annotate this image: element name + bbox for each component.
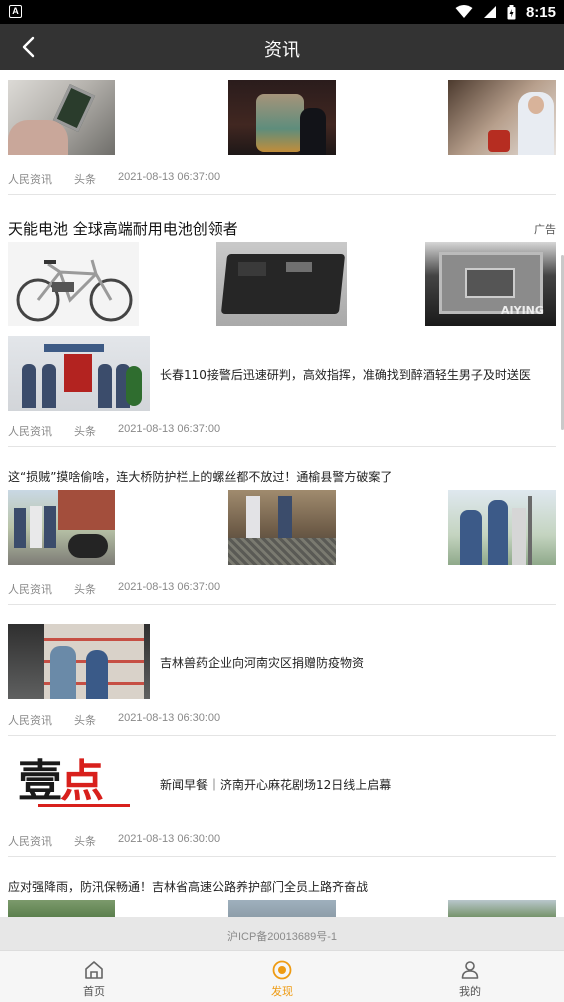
divider <box>8 856 556 857</box>
news-meta: 人民资讯 头条 2021-08-13 06:37:00 <box>8 171 220 187</box>
logo-underline <box>38 804 130 807</box>
news-thumbnail <box>228 80 336 155</box>
ad-brand-text: AIYING <box>501 304 544 317</box>
news-tag: 头条 <box>74 426 96 438</box>
news-thumbnail <box>448 490 556 565</box>
battery-icon <box>507 4 516 19</box>
discover-icon <box>272 960 292 980</box>
tab-discover[interactable]: 发现 <box>188 951 376 1002</box>
home-icon <box>85 961 103 979</box>
tab-home[interactable]: 首页 <box>0 951 188 1002</box>
news-meta: 人民资讯 头条 2021-08-13 06:37:00 <box>8 581 220 597</box>
ad-image-bicycle <box>8 242 139 326</box>
page-title: 资讯 <box>264 40 300 61</box>
news-source: 人民资讯 <box>8 836 52 848</box>
news-tag: 头条 <box>74 584 96 596</box>
icp-footer: 沪ICP备20013689号-1 <box>0 917 564 950</box>
tab-label: 我的 <box>459 985 481 998</box>
yidian-logo: 壹点 <box>18 756 104 807</box>
status-bar: A 8:15 <box>0 0 564 24</box>
news-title: 新闻早餐｜济南开心麻花剧场12日线上启幕 <box>160 778 392 792</box>
ad-badge: 广告 <box>534 223 556 236</box>
tab-label: 首页 <box>83 985 105 998</box>
signal-icon <box>483 6 496 18</box>
news-source: 人民资讯 <box>8 715 52 727</box>
news-thumbnail <box>8 80 115 155</box>
ad-image-case: AIYING <box>425 242 556 326</box>
news-time: 2021-08-13 06:30:00 <box>118 712 221 724</box>
news-thumbnail <box>448 80 556 155</box>
news-source: 人民资讯 <box>8 174 52 186</box>
news-thumbnail <box>8 336 150 411</box>
news-tag: 头条 <box>74 836 96 848</box>
news-thumbnail <box>8 490 115 565</box>
news-title: 吉林兽药企业向河南灾区捐赠防疫物资 <box>160 656 365 670</box>
bottom-tab-bar: 首页 发现 我的 <box>0 950 564 1002</box>
tab-profile[interactable]: 我的 <box>376 951 564 1002</box>
ad-image-battery <box>216 242 347 326</box>
news-thumbnail <box>228 490 336 565</box>
news-source: 人民资讯 <box>8 584 52 596</box>
news-thumbnail <box>8 624 150 699</box>
ad-title: 天能电池 全球高端耐用电池创领者 <box>8 220 238 238</box>
divider <box>8 735 556 736</box>
news-thumbnail <box>228 900 336 917</box>
news-thumbnail <box>448 900 556 917</box>
header-bar: 资讯 <box>0 24 564 70</box>
divider <box>8 604 556 605</box>
tab-label: 发现 <box>271 985 293 998</box>
news-title: 应对强降雨，防汛保畅通！吉林省高速公路养护部门全员上路齐奋战 <box>8 880 369 894</box>
news-meta: 人民资讯 头条 2021-08-13 06:30:00 <box>8 833 220 849</box>
bicycle-icon <box>16 259 133 322</box>
news-thumbnail <box>8 900 115 917</box>
wifi-icon <box>455 5 473 18</box>
news-tag: 头条 <box>74 174 96 186</box>
news-meta: 人民资讯 头条 2021-08-13 06:37:00 <box>8 423 220 439</box>
news-thumbnail-logo: 壹点 <box>8 746 150 821</box>
news-source: 人民资讯 <box>8 426 52 438</box>
notification-a-icon: A <box>9 5 22 18</box>
news-time: 2021-08-13 06:37:00 <box>118 581 221 593</box>
news-meta: 人民资讯 头条 2021-08-13 06:30:00 <box>8 712 220 728</box>
news-time: 2021-08-13 06:37:00 <box>118 171 221 183</box>
news-feed[interactable]: 人民资讯 头条 2021-08-13 06:37:00 天能电池 全球高端耐用电… <box>0 70 564 917</box>
divider <box>8 446 556 447</box>
clock: 8:15 <box>525 3 556 21</box>
news-title: 这“损贼”摸啥偷啥，连大桥防护栏上的螺丝都不放过！通榆县警方破案了 <box>8 470 393 484</box>
news-tag: 头条 <box>74 715 96 727</box>
news-time: 2021-08-13 06:37:00 <box>118 423 221 435</box>
divider <box>8 194 556 195</box>
news-title: 长春110接警后迅速研判，高效指挥，准确找到醉酒轻生男子及时送医 <box>160 368 531 382</box>
profile-icon <box>461 961 479 979</box>
news-time: 2021-08-13 06:30:00 <box>118 833 221 845</box>
